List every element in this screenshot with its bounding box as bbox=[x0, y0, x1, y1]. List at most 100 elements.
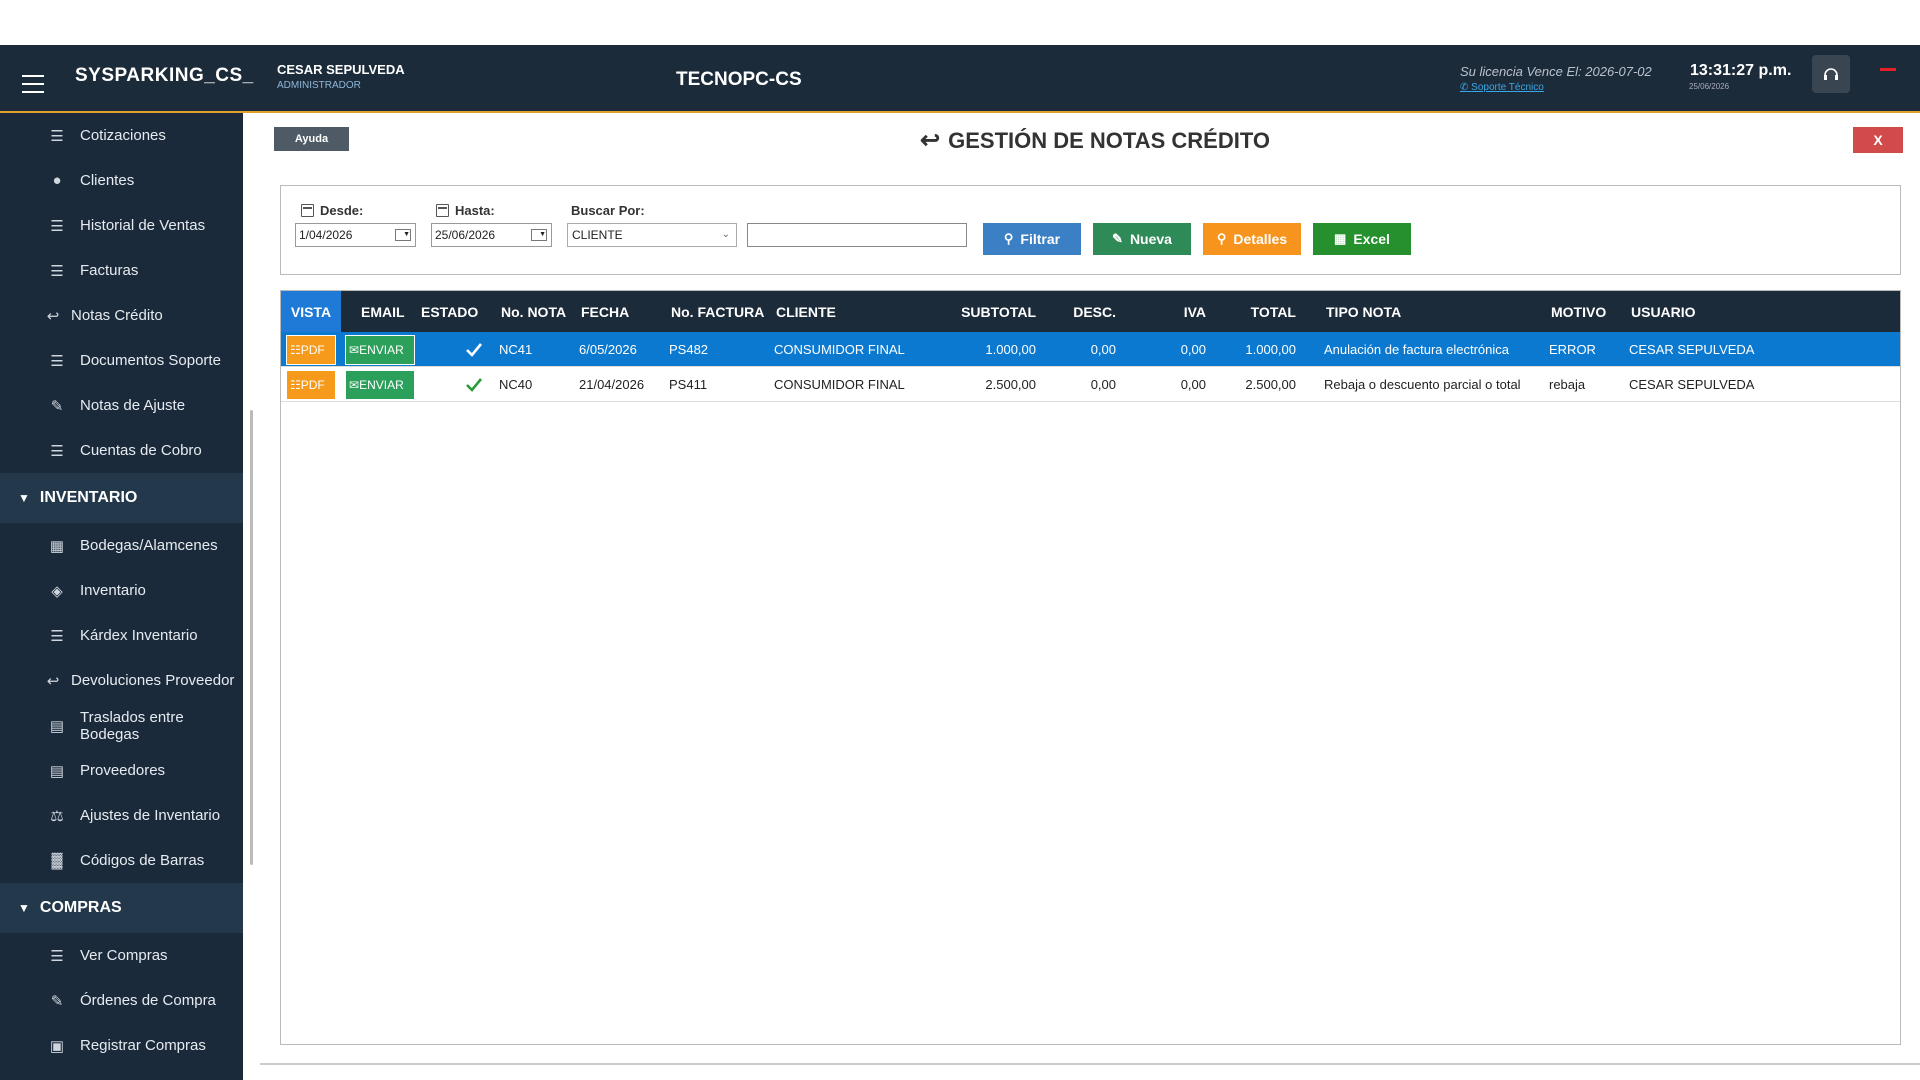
sidebar-item[interactable]: ▣ Registrar Compras bbox=[0, 1023, 243, 1068]
search-icon: ⚲ bbox=[1003, 231, 1014, 246]
pdf-file-icon: ☷ bbox=[290, 343, 301, 357]
column-header-1[interactable]: EMAIL bbox=[341, 291, 411, 332]
support-link[interactable]: ✆ Soporte Técnico bbox=[1460, 82, 1544, 93]
edit-document-icon: ✎ bbox=[1112, 231, 1123, 246]
details-button[interactable]: ⚲ Detalles bbox=[1203, 223, 1301, 255]
filter-button[interactable]: ⚲ Filtrar bbox=[983, 223, 1081, 255]
cell-fecha: 21/04/2026 bbox=[579, 377, 645, 392]
sidebar-item-label: Inventario bbox=[80, 582, 146, 599]
minimize-button[interactable] bbox=[1880, 68, 1896, 71]
app-window: SYSPARKING_CS_ CESAR SEPULVEDA ADMINISTR… bbox=[0, 0, 1920, 1080]
column-header-11[interactable]: TIPO NOTA bbox=[1316, 291, 1541, 332]
pdf-button[interactable]: ☷ PDF bbox=[286, 335, 336, 365]
column-header-12[interactable]: MOTIVO bbox=[1541, 291, 1621, 332]
sidebar-item[interactable]: ◈ Inventario bbox=[0, 568, 243, 613]
sidebar-item[interactable]: ▦ Bodegas/Alamcenes bbox=[0, 523, 243, 568]
sidebar-item[interactable]: ▓ Códigos de Barras bbox=[0, 838, 243, 883]
top-bar: SYSPARKING_CS_ CESAR SEPULVEDA ADMINISTR… bbox=[0, 45, 1920, 113]
column-header-13[interactable]: USUARIO bbox=[1621, 291, 1901, 332]
scale-icon: ⚖ bbox=[50, 807, 64, 825]
search-by-select[interactable]: CLIENTE ⌄ bbox=[567, 223, 737, 247]
column-header-4[interactable]: FECHA bbox=[571, 291, 661, 332]
search-by-label: Buscar Por: bbox=[571, 203, 645, 218]
collapse-triangle-icon: ▼ bbox=[18, 491, 30, 505]
cell-motivo: rebaja bbox=[1549, 377, 1586, 392]
send-email-button[interactable]: ✉ ENVIAR bbox=[345, 370, 415, 400]
edit-document-icon: ✎ bbox=[50, 992, 64, 1010]
to-date-picker[interactable]: 25/06/2026 ▼ bbox=[431, 223, 552, 247]
sidebar-item[interactable]: ☰ Historial de Ventas bbox=[0, 203, 243, 248]
column-header-0[interactable]: VISTA bbox=[281, 291, 341, 332]
support-chat-button[interactable] bbox=[1812, 55, 1850, 93]
cell-subtotal: 1.000,00 bbox=[985, 342, 1036, 357]
pdf-button-label: PDF bbox=[300, 343, 325, 357]
cell-tipo: Rebaja o descuento parcial o total bbox=[1324, 377, 1521, 392]
document-icon: ☰ bbox=[50, 947, 64, 965]
calendar-dropdown-icon[interactable]: ▼ bbox=[531, 229, 547, 241]
sidebar-item[interactable]: ☰ Cuentas de Cobro bbox=[0, 428, 243, 473]
sidebar-scrollbar[interactable] bbox=[250, 410, 253, 865]
sidebar-item[interactable]: ✎ Órdenes de Compra bbox=[0, 978, 243, 1023]
sidebar-section-inventario[interactable]: ▼ INVENTARIO bbox=[0, 473, 243, 523]
divider bbox=[260, 1063, 1920, 1065]
new-button[interactable]: ✎ Nueva bbox=[1093, 223, 1191, 255]
sidebar-item[interactable]: ↩ Devoluciones Proveedor bbox=[0, 658, 243, 703]
sidebar-item[interactable]: ✎ Notas de Ajuste bbox=[0, 383, 243, 428]
sidebar-item[interactable]: ☰ Kárdex Inventario bbox=[0, 613, 243, 658]
sidebar-item-label: Notas de Ajuste bbox=[80, 397, 186, 414]
send-button-label: ENVIAR bbox=[359, 378, 404, 392]
sidebar-item[interactable]: ↩ Notas Crédito bbox=[0, 293, 243, 338]
sidebar-item[interactable]: ☰ Facturas bbox=[0, 248, 243, 293]
from-date-value: 1/04/2026 bbox=[299, 228, 353, 242]
sidebar-item[interactable]: ☰ Ver Compras bbox=[0, 933, 243, 978]
column-header-7[interactable]: SUBTOTAL bbox=[916, 291, 1046, 332]
new-button-label: Nueva bbox=[1129, 231, 1172, 247]
sidebar-item[interactable]: ☰ Documentos Soporte bbox=[0, 338, 243, 383]
table-row[interactable]: ☷ PDF ✉ ENVIAR NC41 6/05/2026 PS482 CONSUMIDO… bbox=[281, 332, 1900, 367]
support-link-label: Soporte Técnico bbox=[1471, 82, 1544, 93]
hamburger-menu-icon[interactable] bbox=[22, 75, 44, 93]
to-label-text: Hasta: bbox=[455, 203, 495, 218]
column-header-2[interactable]: ESTADO bbox=[411, 291, 491, 332]
chevron-down-icon: ⌄ bbox=[721, 229, 730, 240]
pdf-file-icon: ☷ bbox=[290, 378, 301, 392]
clock-date: 25/06/2026 bbox=[1689, 82, 1730, 91]
cell-desc: 0,00 bbox=[1090, 342, 1116, 357]
pdf-button[interactable]: ☷ PDF bbox=[286, 370, 336, 400]
sidebar-item[interactable]: ▤ Traslados entre Bodegas bbox=[0, 703, 243, 748]
sidebar-section-compras[interactable]: ▼ COMPRAS bbox=[0, 883, 243, 933]
table-row[interactable]: ☷ PDF ✉ ENVIAR NC40 21/04/2026 PS411 CONSUMID… bbox=[281, 367, 1900, 402]
to-date-value: 25/06/2026 bbox=[435, 228, 496, 242]
column-header-9[interactable]: IVA bbox=[1126, 291, 1216, 332]
document-icon: ☰ bbox=[50, 627, 64, 645]
from-date-picker[interactable]: 1/04/2026 ▼ bbox=[295, 223, 416, 247]
sidebar-item[interactable]: ▁Cuentas por Pagar bbox=[0, 1068, 243, 1080]
envelope-icon: ✉ bbox=[349, 343, 360, 357]
return-arrow-icon: ↩ bbox=[920, 127, 941, 154]
column-header-10[interactable]: TOTAL bbox=[1216, 291, 1306, 332]
document-icon: ☰ bbox=[50, 262, 64, 280]
calendar-icon bbox=[436, 204, 449, 217]
calendar-dropdown-icon[interactable]: ▼ bbox=[395, 229, 411, 241]
envelope-icon: ✉ bbox=[349, 378, 360, 392]
close-button[interactable]: X bbox=[1853, 127, 1903, 153]
document-icon: ☰ bbox=[50, 217, 64, 235]
sidebar-item[interactable]: ▤ Proveedores bbox=[0, 748, 243, 793]
cell-factura: PS411 bbox=[669, 377, 708, 392]
column-header-6[interactable]: CLIENTE bbox=[766, 291, 916, 332]
sidebar-item-label: Registrar Compras bbox=[80, 1037, 206, 1054]
sidebar-item[interactable]: ☰ Cotizaciones bbox=[0, 113, 243, 158]
send-email-button[interactable]: ✉ ENVIAR bbox=[345, 335, 415, 365]
sidebar-item[interactable]: ● Clientes bbox=[0, 158, 243, 203]
column-header-5[interactable]: No. FACTURA bbox=[661, 291, 766, 332]
column-header-3[interactable]: No. NOTA bbox=[491, 291, 571, 332]
column-header-8[interactable]: DESC. bbox=[1046, 291, 1126, 332]
excel-button[interactable]: ▦ Excel bbox=[1313, 223, 1411, 255]
sidebar-item[interactable]: ⚖ Ajustes de Inventario bbox=[0, 793, 243, 838]
cell-total: 2.500,00 bbox=[1245, 377, 1296, 392]
search-input[interactable] bbox=[747, 223, 967, 247]
license-expiry: Su licencia Vence El: 2026-07-02 bbox=[1460, 64, 1652, 79]
clock-time: 13:31:27 p.m. bbox=[1690, 62, 1792, 79]
sidebar-item-label: Clientes bbox=[80, 172, 135, 189]
help-button[interactable]: Ayuda bbox=[274, 127, 349, 151]
